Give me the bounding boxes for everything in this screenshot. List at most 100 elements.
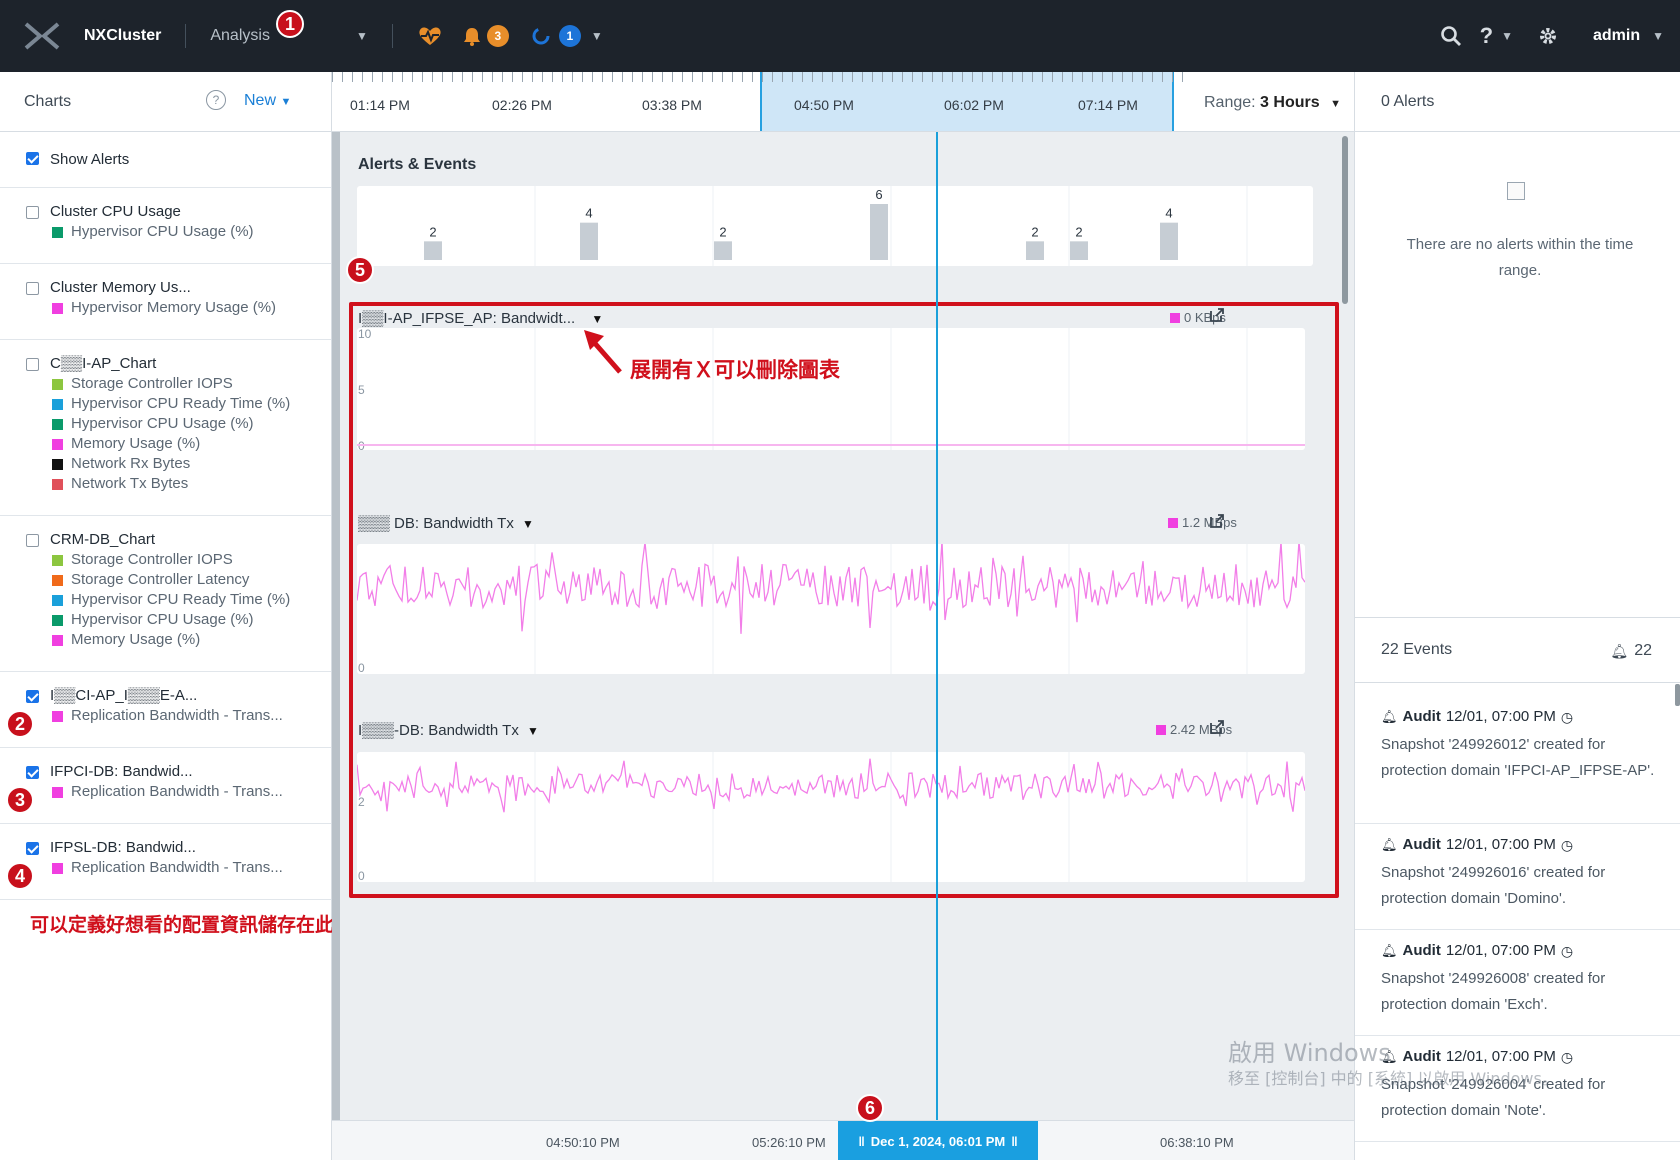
chart-group[interactable]: C▒▒I-AP_Chart Storage Controller IOPS Hype…: [0, 340, 331, 516]
user-chevron-down-icon[interactable]: ▼: [1652, 29, 1664, 43]
chart-group[interactable]: I▒▒CI-AP_I▒▒▒E-A... Replication Bandwidth…: [0, 672, 331, 748]
chevron-down-icon[interactable]: ▼: [522, 517, 534, 531]
metric-label: Hypervisor CPU Usage (%): [71, 611, 254, 628]
metric-label: Storage Controller IOPS: [71, 375, 233, 392]
metric-label: Replication Bandwidth - Trans...: [71, 783, 283, 800]
chart-group[interactable]: CRM-DB_Chart Storage Controller IOPS Stora…: [0, 516, 331, 672]
show-alerts-row[interactable]: Show Alerts: [0, 132, 331, 188]
open-external-icon[interactable]: [1210, 514, 1224, 528]
chart-title[interactable]: I▒▒▒-DB: Bandwidth Tx ▼: [358, 722, 539, 739]
chart-group[interactable]: IFPCI-DB: Bandwid... Replication Bandwidt…: [0, 748, 331, 824]
chart-metric: Hypervisor CPU Ready Time (%): [52, 394, 331, 414]
chart-metric: Memory Usage (%): [52, 434, 331, 454]
chevron-down-icon[interactable]: ▼: [591, 312, 603, 326]
timeline-label: 04:50 PM: [794, 97, 854, 113]
nav-section-analysis[interactable]: Analysis: [210, 27, 270, 45]
clock-icon: ◷: [1560, 837, 1574, 853]
metric-swatch: [52, 378, 63, 390]
show-alerts-checkbox[interactable]: [26, 152, 39, 165]
chart-group-checkbox[interactable]: [26, 690, 39, 703]
time-cursor-label[interactable]: ‖ Dec 1, 2024, 06:01 PM ‖: [838, 1121, 1038, 1160]
callout-2: 2: [6, 710, 34, 738]
chevron-down-icon: ▼: [280, 96, 292, 108]
help-icon[interactable]: ?: [1480, 23, 1493, 49]
chart-group[interactable]: IFPSL-DB: Bandwid... Replication Bandwidt…: [0, 824, 331, 900]
event-bar-label: 2: [1031, 224, 1038, 239]
chart-group-checkbox[interactable]: [26, 282, 39, 295]
event-item[interactable]: 🔔︎ Audit 12/01, 07:00 PM ◷ Snapshot '2499260…: [1355, 824, 1680, 930]
metric-swatch: [52, 786, 63, 798]
health-pulse-icon[interactable]: [417, 25, 443, 47]
bell-icon: 🔔︎: [1381, 709, 1398, 724]
chart-title-text: ▒▒▒ DB: Bandwidth Tx: [358, 515, 514, 532]
time-cursor-line[interactable]: [936, 132, 938, 1160]
metric-swatch: [52, 710, 63, 722]
chart-group-title: CRM-DB_Chart: [50, 531, 156, 548]
timeline-label: 01:14 PM: [350, 97, 410, 113]
user-menu[interactable]: admin: [1593, 27, 1640, 45]
chart-group-checkbox[interactable]: [26, 206, 39, 219]
chart-panel[interactable]: 0: [356, 540, 1306, 675]
alerts-events-histogram[interactable]: 2 4 2 6 2 2 4: [357, 186, 1313, 266]
alerts-events-panel: 0 Alerts There are no alerts within the …: [1354, 72, 1680, 1160]
section-chevron-down-icon[interactable]: ▼: [356, 29, 368, 43]
chart-plot: 20: [356, 752, 1306, 883]
chart-title[interactable]: ▒▒▒ DB: Bandwidth Tx ▼: [358, 515, 534, 532]
event-time: 12/01, 07:00 PM: [1445, 942, 1556, 959]
metric-label: Network Rx Bytes: [71, 455, 191, 472]
tasks-spinner-icon[interactable]: [531, 26, 551, 46]
event-header: 🔔︎ Audit 12/01, 07:00 PM ◷: [1381, 940, 1655, 962]
top-nav: NXCluster Analysis ▼ 3 1 ▼ ? ▼ admin ▼: [0, 0, 1680, 72]
tasks-chevron-down-icon[interactable]: ▼: [591, 29, 603, 43]
cluster-name[interactable]: NXCluster: [84, 27, 161, 45]
annotation-arrow-icon: [584, 330, 622, 374]
help-chevron-down-icon[interactable]: ▼: [1501, 29, 1513, 43]
chart-legend: 1.2 MBps: [1168, 515, 1237, 530]
chart-panel[interactable]: 1050: [357, 327, 1305, 453]
metric-label: Hypervisor CPU Usage (%): [71, 415, 254, 432]
legend-swatch: [1170, 312, 1180, 323]
callout-3: 3: [6, 786, 34, 814]
callout-1: 1: [276, 10, 304, 38]
chart-group-checkbox[interactable]: [26, 766, 39, 779]
metric-swatch: [52, 418, 63, 430]
chart-metric: Memory Usage (%): [52, 630, 331, 650]
chart-panel[interactable]: 20: [356, 752, 1306, 883]
chart-group[interactable]: Cluster Memory Us... Hypervisor Memory Us…: [0, 264, 331, 340]
chart-group-checkbox[interactable]: [26, 534, 39, 547]
metric-label: Hypervisor CPU Ready Time (%): [71, 591, 291, 608]
canvas-scrollbar[interactable]: [1342, 136, 1348, 304]
metric-label: Replication Bandwidth - Trans...: [71, 859, 283, 876]
chart-metric: Replication Bandwidth - Trans...: [52, 858, 331, 878]
new-chart-button[interactable]: New ▼: [244, 92, 291, 110]
question-icon[interactable]: ?: [206, 90, 226, 110]
event-bar: [1070, 241, 1088, 260]
nutanix-logo-icon[interactable]: [22, 21, 62, 51]
event-item[interactable]: 🔔︎ Audit 12/01, 07:00 PM ◷ Snapshot '2499260…: [1355, 696, 1680, 824]
y-axis-label: 10: [358, 328, 372, 341]
chart-metric: Network Tx Bytes: [52, 474, 331, 494]
axis-label: 06:38:10 PM: [1160, 1135, 1234, 1150]
chart-title[interactable]: I▒▒I-AP_IFPSE_AP: Bandwidt... ▼: [358, 310, 603, 327]
gear-icon[interactable]: [1537, 25, 1559, 47]
open-external-icon[interactable]: [1210, 720, 1224, 734]
chart-metric: Replication Bandwidth - Trans...: [52, 706, 331, 726]
metric-swatch: [52, 862, 63, 874]
range-selector[interactable]: Range: 3 Hours ▼: [1204, 94, 1341, 112]
chart-group[interactable]: Cluster CPU Usage Hypervisor CPU Usage (%…: [0, 188, 331, 264]
alerts-count-badge[interactable]: 3: [486, 25, 509, 47]
show-alerts-label: Show Alerts: [50, 151, 130, 168]
range-label: Range:: [1204, 94, 1256, 111]
tasks-count-badge[interactable]: 1: [558, 25, 581, 47]
alert-bell-icon[interactable]: [463, 26, 481, 46]
events-count[interactable]: 🔔︎ 22: [1610, 642, 1652, 660]
search-icon[interactable]: [1440, 25, 1462, 47]
metric-swatch: [52, 574, 63, 586]
chart-group-checkbox[interactable]: [26, 842, 39, 855]
open-external-icon[interactable]: [1210, 308, 1224, 322]
chart-group-checkbox[interactable]: [26, 358, 39, 371]
chevron-down-icon[interactable]: ▼: [527, 724, 539, 738]
chart-metric: Hypervisor CPU Usage (%): [52, 610, 331, 630]
event-item[interactable]: 🔔︎ Audit 12/01, 07:00 PM ◷ Snapshot '2499260…: [1355, 930, 1680, 1036]
canvas-splitter[interactable]: [332, 132, 340, 1120]
